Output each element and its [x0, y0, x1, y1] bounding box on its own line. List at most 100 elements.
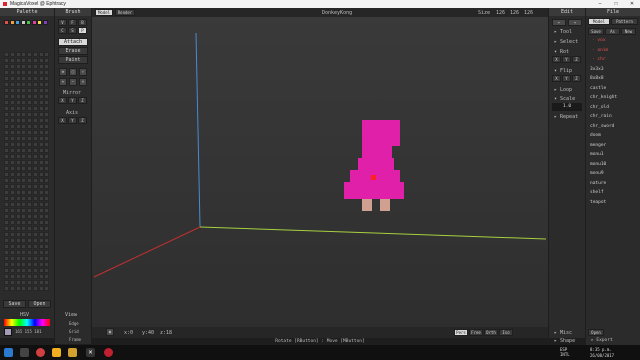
palette-slot[interactable]: [9, 112, 15, 117]
palette-slot[interactable]: [27, 214, 32, 219]
palette-slot[interactable]: [9, 202, 15, 207]
palette-slot[interactable]: [4, 238, 9, 243]
palette-slot[interactable]: [32, 118, 38, 123]
palette-slot[interactable]: [21, 178, 27, 183]
palette-slot[interactable]: [44, 214, 50, 219]
palette-slot[interactable]: [44, 268, 50, 273]
palette-slot[interactable]: [15, 202, 21, 207]
file-item[interactable]: · anim: [592, 48, 608, 53]
palette-slot[interactable]: [44, 172, 50, 177]
view-mode-orth[interactable]: Orth: [484, 329, 498, 336]
palette-slot[interactable]: [21, 226, 27, 231]
palette-slot[interactable]: [4, 214, 9, 219]
palette-slot[interactable]: [32, 172, 38, 177]
palette-slot[interactable]: [15, 280, 21, 285]
palette-slot[interactable]: [21, 154, 27, 159]
palette-slot[interactable]: [38, 196, 44, 201]
palette-slot[interactable]: [21, 112, 27, 117]
palette-slot[interactable]: [32, 148, 38, 153]
palette-slot[interactable]: [32, 220, 38, 225]
palette-slot[interactable]: [15, 148, 21, 153]
language-indicator[interactable]: ESP INTL: [560, 347, 570, 357]
palette-slot[interactable]: [15, 136, 21, 141]
palette-swatch[interactable]: [4, 20, 9, 25]
palette-slot[interactable]: [44, 232, 50, 237]
palette-slot[interactable]: [38, 214, 44, 219]
palette-slot[interactable]: [21, 256, 27, 261]
brush-mode-p[interactable]: P: [78, 27, 87, 34]
palette-slot[interactable]: [44, 148, 50, 153]
model-tab[interactable]: Model: [95, 9, 113, 16]
palette-slot[interactable]: [44, 76, 50, 81]
brush-mode-v[interactable]: V: [58, 19, 67, 26]
palette-slot[interactable]: [27, 280, 32, 285]
palette-slot[interactable]: [9, 64, 15, 69]
file-item[interactable]: doom: [590, 133, 601, 138]
view-mode-iso[interactable]: Iso: [499, 329, 513, 336]
palette-slot[interactable]: [4, 58, 9, 63]
palette-slot[interactable]: [38, 106, 44, 111]
palette-swatch[interactable]: [26, 20, 31, 25]
palette-slot[interactable]: [44, 82, 50, 87]
palette-slot[interactable]: [9, 136, 15, 141]
remove-icon[interactable]: −: [69, 78, 77, 86]
palette-slot[interactable]: [4, 256, 9, 261]
palette-slot[interactable]: [38, 112, 44, 117]
palette-slot[interactable]: [27, 202, 32, 207]
palette-slot[interactable]: [38, 244, 44, 249]
palette-slot[interactable]: [27, 238, 32, 243]
palette-slot[interactable]: [44, 154, 50, 159]
palette-slot[interactable]: [4, 244, 9, 249]
palette-slot[interactable]: [27, 94, 32, 99]
palette-slot[interactable]: [27, 76, 32, 81]
palette-slot[interactable]: [4, 100, 9, 105]
palette-slot[interactable]: [21, 268, 27, 273]
palette-slot[interactable]: [15, 232, 21, 237]
palette-slot[interactable]: [32, 94, 38, 99]
file-item[interactable]: menger: [590, 143, 606, 148]
file-tab-model[interactable]: Model: [588, 18, 610, 25]
palette-slot[interactable]: [21, 286, 27, 291]
palette-slot[interactable]: [21, 118, 27, 123]
palette-slot[interactable]: [15, 106, 21, 111]
palette-slot[interactable]: [21, 106, 27, 111]
palette-slot[interactable]: [44, 136, 50, 141]
palette-slot[interactable]: [32, 232, 38, 237]
palette-slot[interactable]: [38, 76, 44, 81]
palette-slot[interactable]: [38, 124, 44, 129]
palette-slot[interactable]: [27, 250, 32, 255]
palette-slot[interactable]: [9, 160, 15, 165]
attach-button[interactable]: Attach: [58, 38, 88, 46]
flip-x[interactable]: X: [552, 75, 561, 82]
palette-slot[interactable]: [38, 172, 44, 177]
palette-slot[interactable]: [38, 64, 44, 69]
file-item[interactable]: castle: [590, 86, 606, 91]
palette-slot[interactable]: [9, 70, 15, 75]
palette-slot[interactable]: [32, 160, 38, 165]
brush-mode-f[interactable]: F: [68, 19, 77, 26]
palette-slot[interactable]: [27, 256, 32, 261]
palette-slot[interactable]: [4, 94, 9, 99]
magicavoxel-task-icon[interactable]: [104, 348, 113, 357]
palette-slot[interactable]: [4, 52, 9, 57]
palette-slot[interactable]: [27, 208, 32, 213]
palette-slot[interactable]: [38, 286, 44, 291]
palette-slot[interactable]: [15, 178, 21, 183]
axis-z[interactable]: Z: [78, 117, 87, 124]
palette-slot[interactable]: [4, 196, 9, 201]
view-grid[interactable]: Grid: [69, 329, 79, 334]
palette-slot[interactable]: [4, 202, 9, 207]
palette-slot[interactable]: [32, 130, 38, 135]
palette-slot[interactable]: [38, 262, 44, 267]
palette-slot[interactable]: [27, 64, 32, 69]
palette-slot[interactable]: [32, 190, 38, 195]
palette-slot[interactable]: [4, 106, 9, 111]
palette-slot[interactable]: [21, 190, 27, 195]
palette-slot[interactable]: [4, 166, 9, 171]
palette-slot[interactable]: [4, 160, 9, 165]
palette-slot[interactable]: [21, 94, 27, 99]
palette-slot[interactable]: [44, 286, 50, 291]
palette-slot[interactable]: [38, 250, 44, 255]
palette-slot[interactable]: [44, 160, 50, 165]
palette-slot[interactable]: [15, 142, 21, 147]
